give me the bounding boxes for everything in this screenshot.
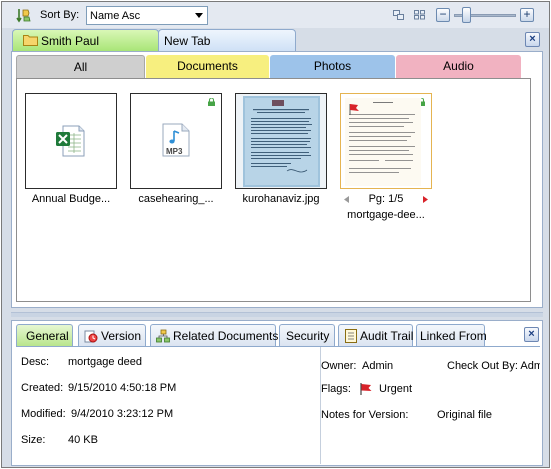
toolbar: Sort By: Name Asc − + xyxy=(2,2,549,28)
folder-icon xyxy=(23,35,38,46)
checkout-value: Admin xyxy=(520,360,540,372)
tab-label: Smith Paul xyxy=(41,34,100,48)
audit-trail-icon xyxy=(345,329,357,343)
tab-label: Security xyxy=(286,329,330,343)
checkout-label: Check Out By: xyxy=(447,360,518,372)
thumbnail-view-icon[interactable] xyxy=(414,10,425,20)
zoom-control: − + xyxy=(436,7,536,23)
file-grid: Annual Budge... MP3 casehearing_... kuro… xyxy=(16,78,531,302)
previous-page-icon[interactable] xyxy=(344,196,350,203)
owner-value: Admin xyxy=(362,360,394,372)
lock-icon xyxy=(208,98,215,106)
file-name[interactable]: casehearing_... xyxy=(130,193,222,205)
tab-label: Linked From xyxy=(420,329,487,343)
category-tab-documents[interactable]: Documents xyxy=(146,55,269,78)
desc-label: Desc: xyxy=(21,356,50,368)
mp3-badge: MP3 xyxy=(166,147,183,156)
chevron-down-icon[interactable] xyxy=(195,13,203,18)
general-tab-content: Desc: mortgage deed Created: 9/15/2010 4… xyxy=(16,346,540,464)
list-view-icon[interactable] xyxy=(393,10,404,20)
excel-icon xyxy=(56,125,85,157)
zoom-out-button[interactable]: − xyxy=(436,8,450,22)
close-panel-button[interactable]: × xyxy=(524,327,539,342)
modified-label: Modified: xyxy=(21,408,66,420)
flags-label: Flags: xyxy=(321,383,351,395)
related-documents-icon xyxy=(156,329,170,343)
tab-linked-from[interactable]: Linked From xyxy=(416,324,487,346)
sort-dropdown[interactable]: Name Asc xyxy=(86,6,208,25)
document-thumbnail xyxy=(345,98,421,186)
file-name[interactable]: kurohanaviz.jpg xyxy=(235,193,327,205)
tab-label: Audit Trail xyxy=(360,329,414,343)
owner-label: Owner: xyxy=(321,360,357,372)
file-thumbnail[interactable] xyxy=(235,93,327,189)
tab-label: New Tab xyxy=(164,34,211,48)
file-name[interactable]: mortgage-dee... xyxy=(340,209,432,221)
page-number: Pg: 1/5 xyxy=(368,193,404,205)
desc-value: mortgage deed xyxy=(68,356,142,368)
tab-smith-paul[interactable]: Smith Paul xyxy=(12,29,159,51)
category-tab-photos[interactable]: Photos xyxy=(270,55,395,78)
category-tab-audio[interactable]: Audio xyxy=(396,55,521,78)
zoom-slider-thumb[interactable] xyxy=(461,7,471,23)
tab-label: General xyxy=(26,329,69,343)
tab-related-documents[interactable]: Related Documents xyxy=(150,324,279,346)
app-window: Sort By: Name Asc − + Smith Paul New Tab… xyxy=(1,1,550,468)
tab-general[interactable]: General xyxy=(16,324,73,346)
file-thumbnail[interactable] xyxy=(25,93,117,189)
panel-splitter[interactable] xyxy=(11,312,543,317)
tab-label: Related Documents xyxy=(173,329,279,343)
tab-new-tab[interactable]: New Tab xyxy=(158,29,296,51)
file-browser: All Documents Photos Audio Annual Budge.… xyxy=(11,51,543,308)
urgent-flag-icon xyxy=(360,383,372,395)
properties-panel: General Version Related Documents Securi… xyxy=(11,320,543,466)
sort-dropdown-value: Name Asc xyxy=(90,10,141,22)
tab-security[interactable]: Security xyxy=(279,324,335,346)
sort-by-label: Sort By: xyxy=(40,9,80,21)
notes-label: Notes for Version: xyxy=(321,409,409,421)
file-thumbnail[interactable] xyxy=(340,93,432,189)
next-page-icon[interactable] xyxy=(422,196,428,203)
notes-value: Original file xyxy=(437,409,493,421)
created-value: 9/15/2010 4:50:18 PM xyxy=(68,382,177,394)
file-name[interactable]: Annual Budge... xyxy=(25,193,117,205)
modified-value: 9/4/2010 3:23:12 PM xyxy=(71,408,174,420)
file-thumbnail[interactable]: MP3 xyxy=(130,93,222,189)
close-tab-button[interactable]: × xyxy=(525,32,540,47)
checkout-cell: Check Out By: Admin xyxy=(447,360,540,374)
sort-icon[interactable] xyxy=(16,7,32,23)
tab-audit-trail[interactable]: Audit Trail xyxy=(338,324,413,346)
tab-label: Version xyxy=(101,329,142,343)
version-icon xyxy=(84,330,98,343)
tab-version[interactable]: Version xyxy=(78,324,146,346)
flags-value: Urgent xyxy=(379,383,413,395)
category-tab-all[interactable]: All xyxy=(16,55,145,78)
size-label: Size: xyxy=(21,434,46,446)
created-label: Created: xyxy=(21,382,64,394)
page-indicator: Pg: 1/5 xyxy=(340,193,432,205)
zoom-in-button[interactable]: + xyxy=(520,8,534,22)
size-value: 40 KB xyxy=(68,434,98,446)
photo-thumbnail xyxy=(243,96,320,187)
